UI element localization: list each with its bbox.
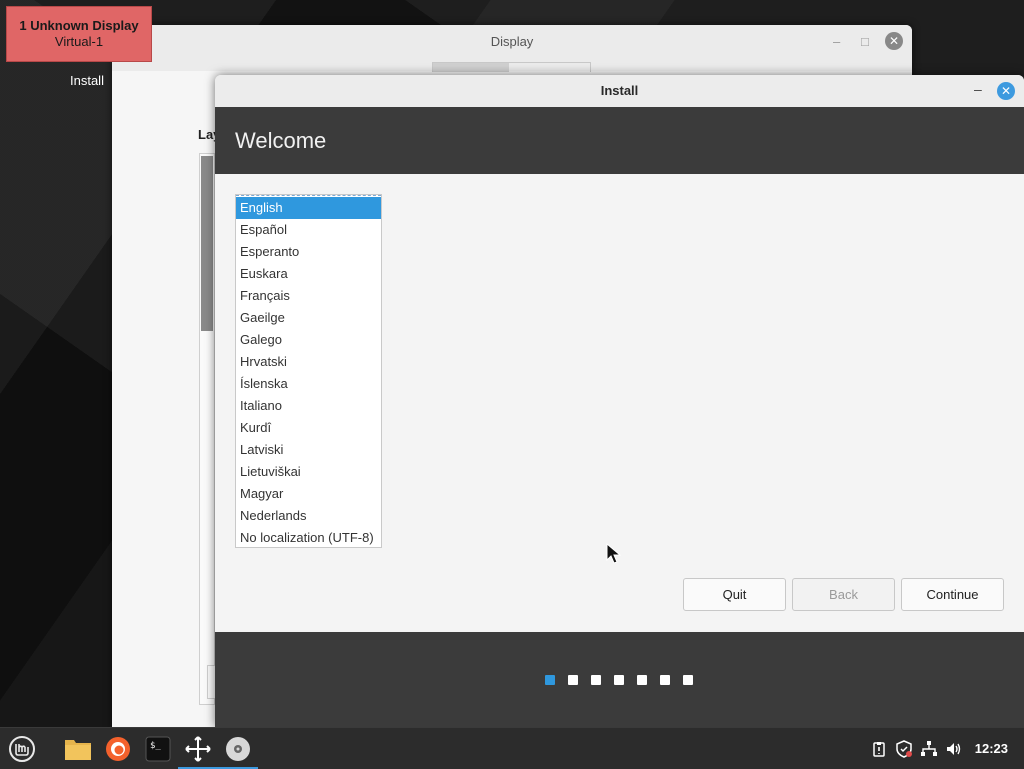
display-maximize-button[interactable]: □ (861, 34, 869, 49)
language-item[interactable]: Galego (236, 329, 381, 351)
clock[interactable]: 12:23 (975, 741, 1008, 756)
taskbar: $_ 12:23 (0, 727, 1024, 769)
display-minimize-button[interactable]: – (833, 34, 840, 49)
install-window-title: Install (600, 83, 639, 98)
install-header: Welcome (215, 107, 1024, 174)
system-tray: 12:23 (867, 728, 1024, 769)
svg-text:$_: $_ (150, 741, 161, 751)
updates-icon[interactable] (867, 728, 892, 769)
step-dot (614, 675, 624, 685)
step-dot (683, 675, 693, 685)
step-dot (637, 675, 647, 685)
install-window: Install – ✕ Welcome English Español Espe… (215, 75, 1024, 727)
files-icon[interactable] (58, 728, 98, 769)
language-list[interactable]: English Español Esperanto Euskara França… (235, 194, 382, 548)
display-titlebar[interactable]: Display – □ ✕ (112, 25, 912, 72)
desktop-icon-install-label[interactable]: Install (70, 73, 104, 88)
shield-icon[interactable] (892, 728, 917, 769)
display-window-title: Display (490, 34, 534, 49)
language-item[interactable]: Français (236, 285, 381, 307)
display-badge-output: Virtual-1 (54, 34, 104, 49)
language-item[interactable]: Gaeilge (236, 307, 381, 329)
display-identify-badge: 1 Unknown Display Virtual-1 (6, 6, 152, 62)
volume-icon[interactable] (942, 728, 967, 769)
back-button[interactable]: Back (792, 578, 895, 611)
display-panel-scrollbar[interactable] (201, 156, 213, 331)
language-item[interactable]: Nederlands (236, 505, 381, 527)
language-item[interactable]: Euskara (236, 263, 381, 285)
step-dot (591, 675, 601, 685)
step-dot (568, 675, 578, 685)
language-item[interactable]: Lietuviškai (236, 461, 381, 483)
display-tabs[interactable] (432, 62, 591, 72)
mint-menu-icon[interactable] (2, 728, 42, 769)
continue-button[interactable]: Continue (901, 578, 1004, 611)
installer-disc-icon[interactable] (218, 728, 258, 769)
display-move-icon[interactable] (178, 728, 218, 769)
display-close-button[interactable]: ✕ (885, 32, 903, 50)
language-item[interactable]: Español (236, 219, 381, 241)
language-item[interactable]: Magyar (236, 483, 381, 505)
language-item[interactable]: Íslenska (236, 373, 381, 395)
language-item[interactable]: Kurdî (236, 417, 381, 439)
quit-button[interactable]: Quit (683, 578, 786, 611)
firefox-icon[interactable] (98, 728, 138, 769)
language-item[interactable]: Latviski (236, 439, 381, 461)
install-close-button[interactable]: ✕ (997, 82, 1015, 100)
step-indicator (545, 675, 706, 685)
language-item[interactable]: Esperanto (236, 241, 381, 263)
display-tab-active[interactable] (433, 63, 509, 72)
display-monitor-panel[interactable] (199, 153, 215, 705)
language-item[interactable]: English (236, 197, 381, 219)
network-icon[interactable] (917, 728, 942, 769)
language-item[interactable]: No localization (UTF-8) (236, 527, 381, 549)
install-footer (215, 632, 1024, 727)
install-minimize-button[interactable]: – (974, 81, 982, 97)
step-dot-current (545, 675, 555, 685)
language-item[interactable]: Hrvatski (236, 351, 381, 373)
terminal-icon[interactable]: $_ (138, 728, 178, 769)
language-item[interactable]: Italiano (236, 395, 381, 417)
page-title: Welcome (235, 128, 327, 153)
step-dot (660, 675, 670, 685)
install-titlebar[interactable]: Install – ✕ (215, 75, 1024, 107)
display-badge-name: 1 Unknown Display (19, 18, 139, 33)
